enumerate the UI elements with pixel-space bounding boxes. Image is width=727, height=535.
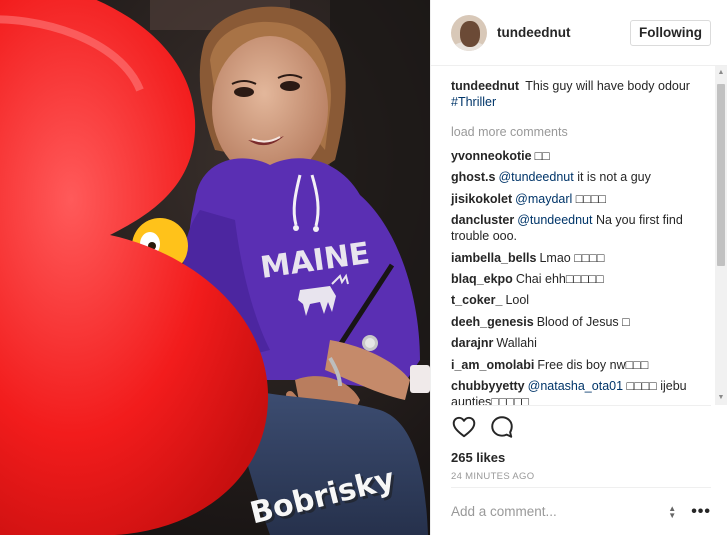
comment-text: □□□□: [575, 191, 606, 206]
heart-icon[interactable]: [451, 414, 477, 440]
load-more-comments-link[interactable]: load more comments: [451, 124, 711, 140]
comment-row: jisikokolet @maydarl □□□□: [451, 191, 711, 207]
caption-text: This guy will have body odour: [525, 79, 690, 93]
caption-username[interactable]: tundeednut: [451, 79, 519, 93]
comment-row: chubbyyetty @natasha_ota01 □□□□ ijebu aun…: [451, 378, 711, 405]
avatar-face: [460, 20, 480, 47]
avatar[interactable]: [451, 14, 487, 51]
caption: tundeednut This guy will have body odour…: [451, 78, 711, 110]
comment-username[interactable]: iambella_bells: [451, 251, 536, 265]
comment-bubble-icon[interactable]: [489, 414, 515, 440]
comment-text: Free dis boy nw□□□: [537, 357, 649, 372]
action-bar: [451, 405, 711, 449]
comment-row: darajnr Wallahi: [451, 335, 711, 351]
post-photo[interactable]: MAINE Bobrisky Bobrisky: [0, 0, 430, 535]
post-header: tundeednut Following: [431, 0, 727, 66]
photo-illustration: MAINE Bobrisky Bobrisky: [0, 0, 430, 535]
scroll-thumb[interactable]: [717, 84, 725, 266]
comment-text: Blood of Jesus □: [536, 314, 630, 329]
more-options-icon[interactable]: •••: [691, 503, 711, 521]
comment-row: dancluster @tundeednut Na you first find …: [451, 212, 711, 244]
comment-row: iambella_bells Lmao □□□□: [451, 250, 711, 266]
comment-username[interactable]: t_coker_: [451, 293, 502, 307]
comment-row: blaq_ekpo Chai ehh□□□□□: [451, 271, 711, 287]
instagram-post: MAINE Bobrisky Bobrisky tundeednut Follo…: [0, 0, 727, 535]
comment-row: ghost.s @tundeednut it is not a guy: [451, 169, 711, 185]
comment-row: yvonneokotie □□: [451, 148, 711, 164]
comment-row: i_am_omolabi Free dis boy nw□□□: [451, 357, 711, 373]
comment-text: □□: [534, 149, 550, 163]
comment-text: Chai ehh□□□□□: [515, 271, 604, 286]
comment-username[interactable]: blaq_ekpo: [451, 272, 513, 286]
comment-username[interactable]: dancluster: [451, 213, 514, 227]
comment-mention[interactable]: @tundeednut: [498, 170, 573, 184]
comment-username[interactable]: chubbyyetty: [451, 379, 525, 393]
likes-count[interactable]: 265 likes: [451, 449, 711, 467]
following-button[interactable]: Following: [630, 19, 711, 46]
comment-text: it is not a guy: [577, 170, 651, 185]
resize-arrows-icon[interactable]: ▲ ▼: [665, 504, 679, 519]
comment-mention[interactable]: @natasha_ota01: [528, 379, 623, 393]
comment-username[interactable]: i_am_omolabi: [451, 358, 534, 372]
header-username[interactable]: tundeednut: [497, 25, 630, 40]
comment-username[interactable]: deeh_genesis: [451, 315, 534, 329]
comments-scrollbar[interactable]: ▲ ▼: [715, 66, 727, 405]
comment-username[interactable]: darajnr: [451, 336, 493, 350]
comment-rows: yvonneokotie □□ ghost.s @tundeednut it is n…: [451, 148, 711, 405]
caption-hashtag[interactable]: #Thriller: [451, 95, 496, 109]
comment-mention[interactable]: @tundeednut: [517, 213, 592, 227]
comment-username[interactable]: jisikokolet: [451, 192, 512, 206]
add-comment-section: ▲▼ •••: [451, 487, 711, 535]
post-timestamp[interactable]: 24 MINUTES AGO: [451, 471, 711, 482]
comment-text: Wallahi: [496, 336, 537, 351]
comment-row: deeh_genesis Blood of Jesus □: [451, 314, 711, 330]
comment-username[interactable]: ghost.s: [451, 170, 495, 184]
post-details-panel: tundeednut Following tundeednut This guy…: [430, 0, 727, 535]
comments-list: tundeednut This guy will have body odour…: [431, 66, 727, 405]
comment-mention[interactable]: @maydarl: [515, 192, 572, 206]
add-comment-input[interactable]: [451, 504, 666, 519]
scroll-down-arrow-icon[interactable]: ▼: [715, 391, 727, 405]
scroll-up-arrow-icon[interactable]: ▲: [715, 66, 727, 80]
comment-text: Lmao □□□□: [539, 250, 605, 265]
comment-row: t_coker_ Lool: [451, 292, 711, 308]
comment-text: Lool: [505, 293, 530, 308]
comment-username[interactable]: yvonneokotie: [451, 149, 532, 163]
